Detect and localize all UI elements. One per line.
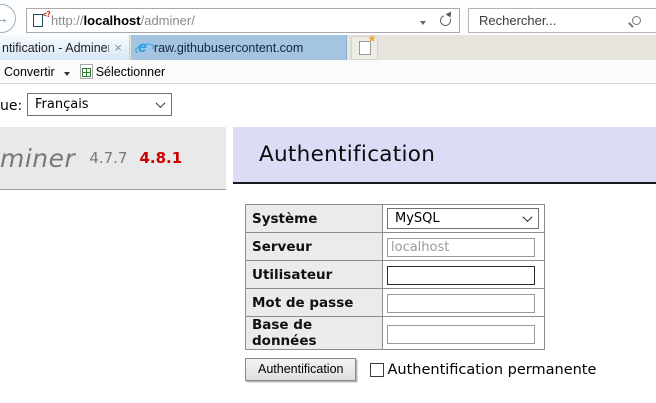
- address-band: → <? http://localhost/adminer/ Recherche…: [0, 0, 656, 35]
- browser-window: → <? http://localhost/adminer/ Recherche…: [0, 0, 656, 403]
- ie-logo-icon: e: [138, 38, 147, 56]
- search-box[interactable]: Rechercher...: [468, 8, 656, 33]
- database-label: Base de données: [245, 316, 383, 350]
- permanent-checkbox[interactable]: [370, 362, 385, 377]
- search-placeholder: Rechercher...: [479, 13, 557, 28]
- forward-button[interactable]: →: [0, 4, 16, 33]
- page-title: Authentification: [259, 142, 436, 167]
- select-grid-icon: [79, 64, 93, 79]
- database-input[interactable]: [387, 324, 535, 344]
- refresh-icon[interactable]: [438, 13, 453, 28]
- command-bar: Convertir Sélectionner: [0, 60, 656, 84]
- version-current: 4.7.7: [89, 149, 128, 167]
- new-tab-button[interactable]: ★: [351, 35, 378, 60]
- server-input[interactable]: [387, 238, 535, 257]
- login-form-table: Système MySQL Serveur Utilisateur Mot de…: [245, 204, 545, 350]
- new-tab-star-icon: ★: [367, 34, 377, 45]
- table-row: Utilisateur: [245, 260, 545, 289]
- login-button[interactable]: Authentification: [245, 358, 357, 381]
- url-path: /adminer/: [140, 13, 195, 28]
- tab-adminer-label: ntification - Adminer: [2, 40, 110, 55]
- adminer-logo: miner: [0, 143, 76, 173]
- system-select-value: MySQL: [395, 211, 440, 226]
- table-row: Base de données: [245, 316, 545, 350]
- chevron-down-icon: [522, 212, 533, 223]
- table-row: Mot de passe: [245, 288, 545, 317]
- page-content: ue: Français miner 4.7.7 4.8.1 Authentif…: [0, 85, 656, 403]
- language-select-value: Français: [35, 97, 89, 112]
- search-icon[interactable]: [632, 16, 641, 25]
- tab-bar: ntification - Adminer × e raw.githubuser…: [0, 35, 656, 60]
- close-tab-icon[interactable]: ×: [109, 40, 129, 55]
- forward-icon: →: [0, 10, 9, 27]
- url-dropdown-icon[interactable]: [420, 12, 426, 30]
- language-label: ue:: [0, 98, 23, 114]
- system-label: Système: [245, 204, 383, 233]
- version-new-link[interactable]: 4.8.1: [139, 149, 182, 167]
- submit-row: Authentification Authentification perman…: [245, 358, 596, 381]
- username-input[interactable]: [387, 266, 535, 285]
- system-select[interactable]: MySQL: [387, 208, 539, 229]
- url-text[interactable]: http://localhost/adminer/: [51, 13, 420, 28]
- permanent-label: Authentification permanente: [387, 361, 597, 378]
- tab-githubusercontent[interactable]: e raw.githubusercontent.com: [131, 35, 347, 60]
- selectionner-button[interactable]: Sélectionner: [96, 65, 166, 79]
- password-label: Mot de passe: [245, 288, 383, 317]
- page-icon-marks: <?: [42, 10, 51, 19]
- url-scheme: http://: [51, 13, 84, 28]
- server-label: Serveur: [245, 232, 383, 261]
- adminer-logo-panel: miner 4.7.7 4.8.1: [0, 127, 226, 190]
- table-row: Serveur: [245, 232, 545, 261]
- table-row: Système MySQL: [245, 204, 545, 233]
- username-label: Utilisateur: [245, 260, 383, 289]
- convertir-button[interactable]: Convertir: [0, 65, 55, 79]
- page-icon: <?: [33, 10, 51, 27]
- password-input[interactable]: [387, 294, 535, 313]
- page-heading-band: Authentification: [233, 127, 656, 184]
- new-tab-page-icon: ★: [358, 35, 377, 55]
- language-select[interactable]: Français: [27, 93, 172, 116]
- chevron-down-icon: [155, 98, 166, 109]
- convertir-dropdown-icon[interactable]: [63, 65, 70, 79]
- tab-adminer[interactable]: ntification - Adminer ×: [0, 35, 130, 60]
- address-bar[interactable]: <? http://localhost/adminer/: [26, 8, 460, 33]
- tab-github-label: raw.githubusercontent.com: [153, 40, 304, 55]
- url-host: localhost: [83, 13, 141, 28]
